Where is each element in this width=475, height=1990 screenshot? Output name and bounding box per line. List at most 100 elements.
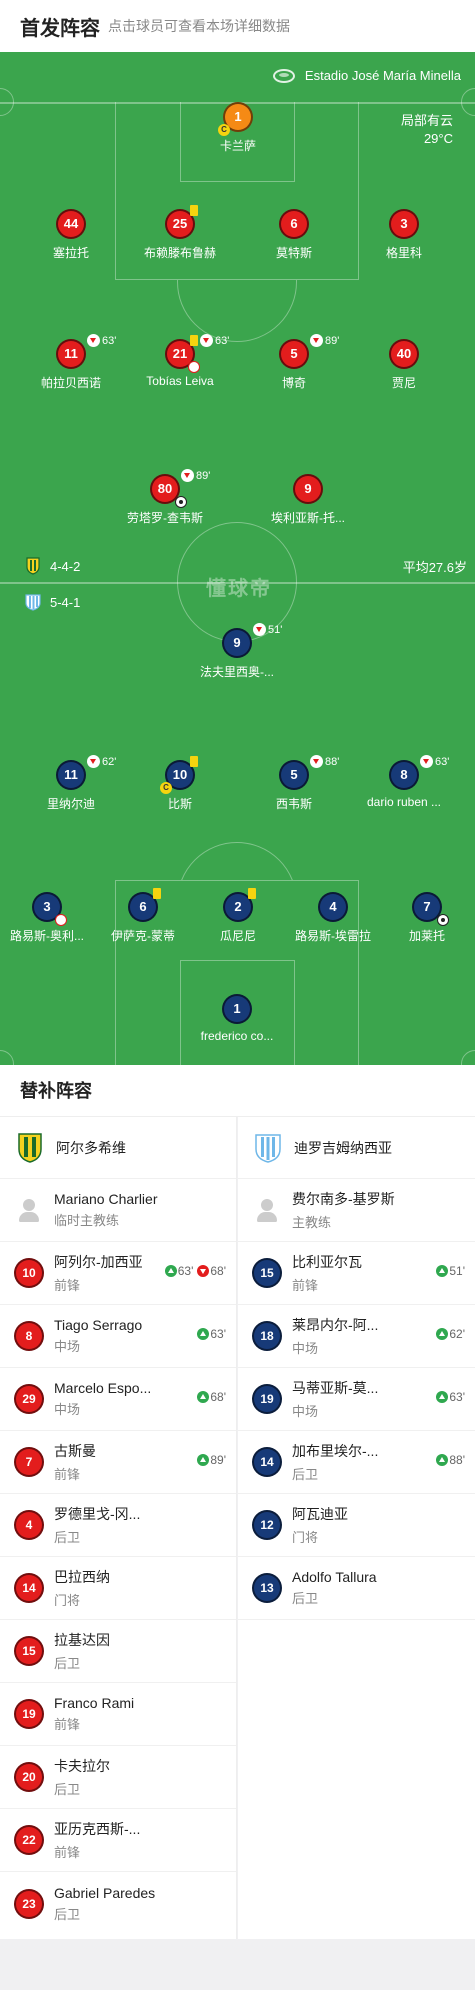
away-player-7[interactable]: 7 加莱托 [367, 892, 475, 944]
home-sub-row[interactable]: 14 巴拉西纳 门将 [0, 1557, 236, 1620]
sub-events: 63' [197, 1327, 226, 1341]
away-subs-column: 迪罗吉姆纳西亚 费尔南多-基罗斯 主教练 15 比利亚尔瓦 前锋 51' 18 莱昂… [238, 1117, 475, 1939]
home-sub-row[interactable]: 19 Franco Rami 前锋 [0, 1683, 236, 1746]
sub-out-icon [420, 755, 433, 768]
home-player-25[interactable]: 25 布赖滕布鲁赫 [120, 205, 240, 261]
player-name: 塞拉托 [52, 246, 89, 260]
home-team-row[interactable]: 阿尔多希维 [0, 1117, 236, 1179]
home-sub-row[interactable]: 23 Gabriel Paredes 后卫 [0, 1872, 236, 1935]
home-player-5[interactable]: 5 89' 博奇 [234, 334, 354, 391]
home-sub-row[interactable]: 7 古斯曼 前锋 89' [0, 1431, 236, 1494]
sub-name: 费尔南多-基罗斯 [292, 1191, 395, 1207]
player-events: 63' [87, 334, 116, 347]
sub-number: 22 [14, 1825, 44, 1855]
home-sub-row[interactable]: 8 Tiago Serrago 中场 63' [0, 1305, 236, 1368]
sub-events: 88' [436, 1453, 465, 1467]
sub-name: 比利亚尔瓦 [292, 1254, 362, 1270]
player-number: 4 [318, 892, 348, 922]
player-number: 11 [56, 339, 86, 369]
away-sub-row[interactable]: 12 阿瓦迪亚 门将 [238, 1494, 475, 1557]
sub-number: 20 [14, 1762, 44, 1792]
away-sub-row[interactable]: 15 比利亚尔瓦 前锋 51' [238, 1242, 475, 1305]
sub-in-icon [436, 1328, 449, 1340]
away-player-11[interactable]: 11 62' 里纳尔迪 [11, 755, 131, 812]
home-player-44[interactable]: 44 塞拉托 [11, 209, 131, 261]
away-coach-row[interactable]: 费尔南多-基罗斯 主教练 [238, 1179, 475, 1242]
home-sub-row[interactable]: 4 罗德里戈-冈... 后卫 [0, 1494, 236, 1557]
home-team-badge-icon [26, 557, 40, 575]
player-events: 89' [181, 469, 210, 482]
sub-name: 卡夫拉尔 [54, 1758, 110, 1774]
player-events: 51' [253, 623, 282, 636]
sub-minute: 63' [215, 334, 230, 347]
away-sub-row[interactable]: 18 莱昂内尔-阿... 中场 62' [238, 1305, 475, 1368]
home-coach-row[interactable]: Mariano Charlier 临时主教练 [0, 1179, 236, 1242]
sub-name: Tiago Serrago [54, 1317, 143, 1333]
home-player-80[interactable]: 80 89' 劳塔罗-查韦斯 [105, 469, 225, 526]
away-player-8[interactable]: 8 63' dario ruben ... [344, 755, 464, 809]
sub-position: 后卫 [292, 1467, 319, 1482]
sub-out-icon [87, 755, 100, 768]
player-number: 44 [56, 209, 86, 239]
sub-in-icon [164, 1265, 177, 1277]
player-events: 62' [87, 755, 116, 768]
home-player-9[interactable]: 9 埃利亚斯-托... [248, 474, 368, 526]
player-name: dario ruben ... [366, 795, 442, 809]
sub-position: 中场 [292, 1404, 319, 1419]
sub-in-minute: 62' [449, 1327, 465, 1341]
sub-minute: 63' [102, 334, 117, 347]
sub-name: 罗德里戈-冈... [54, 1506, 141, 1522]
captain-icon: C [218, 124, 230, 136]
stadium-icon [272, 68, 295, 83]
temperature-text: 29°C [423, 131, 453, 146]
home-player-3[interactable]: 3 格里科 [344, 209, 464, 261]
lineup-title: 首发阵容 [20, 17, 100, 40]
away-player-5[interactable]: 5 88' 西韦斯 [234, 755, 354, 812]
home-player-6[interactable]: 6 莫特斯 [234, 209, 354, 261]
sub-name: 加布里埃尔-... [292, 1443, 379, 1459]
sub-position: 门将 [292, 1530, 319, 1545]
away-player-1[interactable]: 1 frederico co... [177, 994, 297, 1043]
home-player-40[interactable]: 40 贾尼 [344, 339, 464, 391]
sub-name: Mariano Charlier [54, 1191, 158, 1207]
player-events [153, 888, 163, 899]
away-player-10[interactable]: 10 C 比斯 [120, 756, 240, 812]
sub-position: 前锋 [292, 1278, 319, 1293]
sub-events: 51' [436, 1264, 465, 1278]
home-sub-row[interactable]: 15 拉基达因 后卫 [0, 1620, 236, 1683]
home-player-21[interactable]: 21 63' Tobías Leiva [120, 334, 240, 388]
home-sub-row[interactable]: 29 Marcelo Espo... 中场 68' [0, 1368, 236, 1431]
sub-number: 19 [14, 1699, 44, 1729]
sub-events: 63' 68' [164, 1264, 226, 1278]
home-sub-row[interactable]: 10 阿列尔-加西亚 前锋 63' 68' [0, 1242, 236, 1305]
player-number: 5 [279, 339, 309, 369]
home-sub-row[interactable]: 22 亚历克西斯-... 前锋 [0, 1809, 236, 1872]
away-player-9[interactable]: 9 51' 法夫里西奥-... [177, 623, 297, 680]
sub-in-minute: 63' [177, 1264, 194, 1278]
sub-number: 7 [14, 1447, 44, 1477]
home-player-11[interactable]: 11 63' 帕拉贝西诺 [11, 334, 131, 391]
sub-in-icon [436, 1454, 449, 1466]
sub-name: 阿列尔-加西亚 [54, 1254, 143, 1270]
sub-position: 中场 [54, 1339, 81, 1354]
home-player-1[interactable]: 1 C 卡兰萨 [178, 102, 298, 154]
away-sub-row[interactable]: 19 马蒂亚斯-莫... 中场 63' [238, 1368, 475, 1431]
player-name: 博奇 [281, 376, 306, 390]
sub-minute: 63' [435, 755, 450, 768]
average-age: 平均27.6岁 [402, 560, 467, 575]
player-name: 法夫里西奥-... [200, 665, 274, 679]
sub-position: 临时主教练 [54, 1213, 120, 1228]
sub-name: 巴拉西纳 [54, 1569, 110, 1585]
player-number: 3 [389, 209, 419, 239]
away-sub-row[interactable]: 14 加布里埃尔-... 后卫 88' [238, 1431, 475, 1494]
sub-position: 前锋 [54, 1278, 81, 1293]
sub-number: 23 [14, 1888, 44, 1919]
sub-in-minute: 63' [210, 1327, 226, 1341]
home-sub-row[interactable]: 20 卡夫拉尔后卫 [0, 1746, 236, 1809]
sub-out-icon [310, 334, 323, 347]
away-sub-row[interactable]: 13 Adolfo Tallura 后卫 [238, 1557, 475, 1620]
sub-position: 后卫 [54, 1782, 81, 1797]
sub-position: 后卫 [54, 1530, 81, 1545]
player-events: 63' [420, 755, 449, 768]
away-team-row[interactable]: 迪罗吉姆纳西亚 [238, 1117, 475, 1179]
